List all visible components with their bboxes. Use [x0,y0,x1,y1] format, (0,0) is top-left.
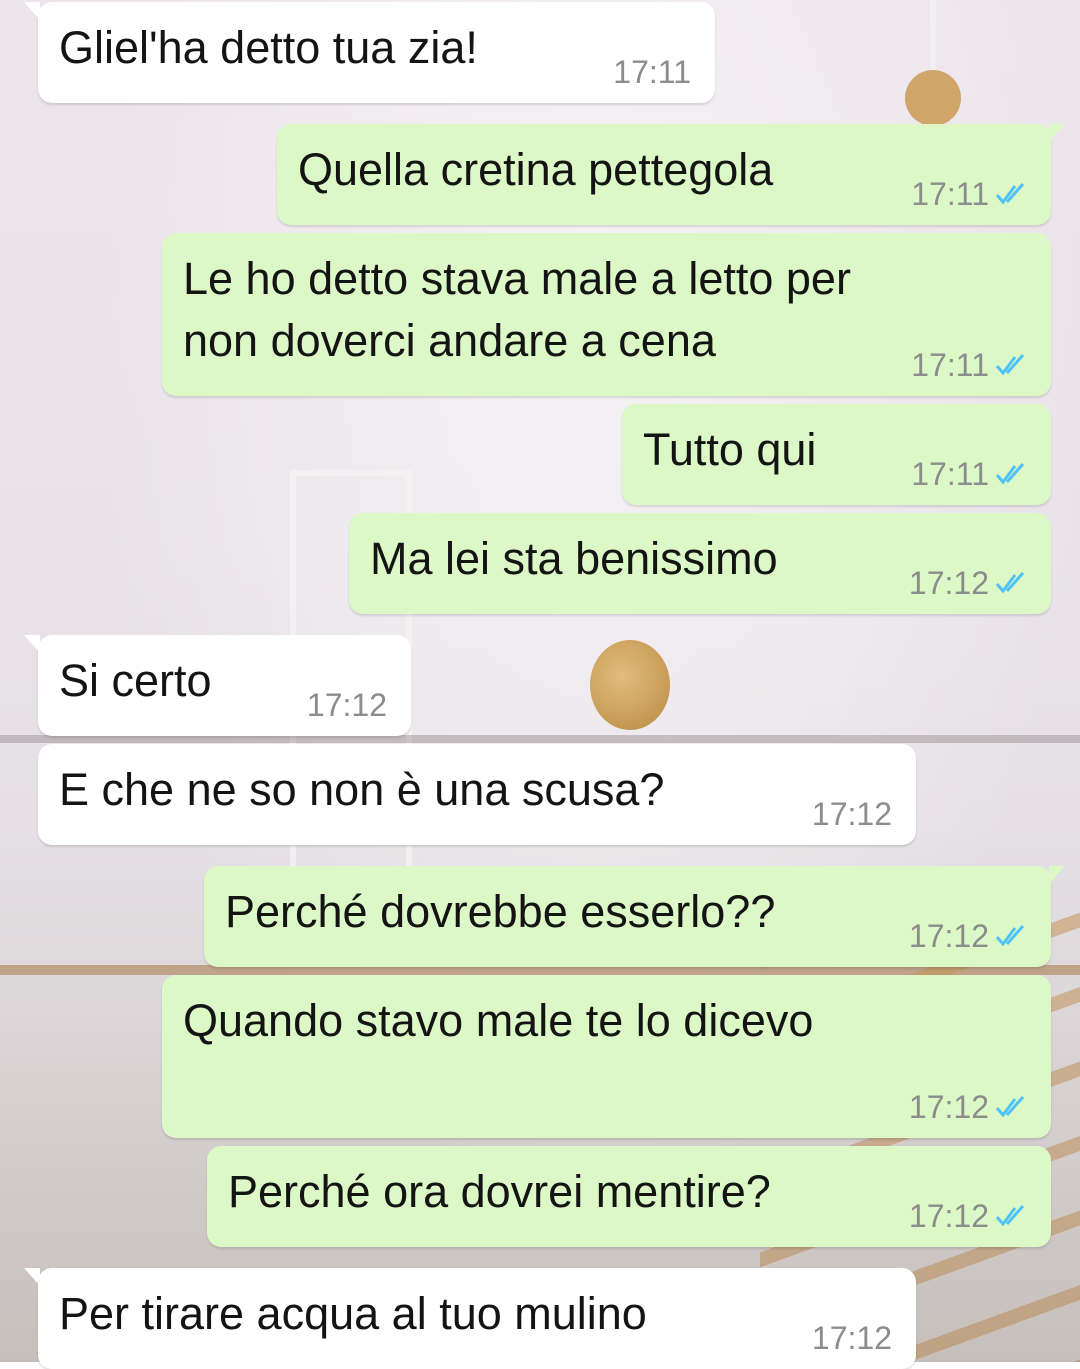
message-meta: 17:12 [812,1319,892,1357]
message-text: Quando stavo male te lo dicevo [183,995,814,1046]
message-timestamp: 17:11 [613,54,691,90]
message-timestamp: 17:11 [911,176,989,212]
message-meta: 17:11 [911,455,1029,493]
message-bubble-outgoing[interactable]: Quella cretina pettegola 17:11 [277,124,1065,225]
message-timestamp: 17:11 [911,347,989,383]
message-meta: 17:12 [909,1197,1029,1235]
message-text: Per tirare acqua al tuo mulino [59,1288,647,1339]
read-ticks-icon [995,182,1029,206]
message-text: Si certo [59,655,212,706]
message-text: Quella cretina pettegola [298,144,774,195]
message-timestamp: 17:12 [908,918,989,954]
read-ticks-icon [995,1095,1029,1119]
message-bubble-outgoing[interactable]: Perché ora dovrei mentire? 17:12 [207,1146,1051,1247]
message-text: Tutto qui [643,424,817,475]
message-timestamp: 17:11 [911,456,989,492]
message-bubble-outgoing[interactable]: Perché dovrebbe esserlo?? 17:12 [204,866,1065,967]
message-bubble-outgoing[interactable]: Ma lei sta benissimo 17:12 [349,513,1051,614]
wallpaper-lamp-bulb-2 [590,640,670,730]
message-timestamp: 17:12 [306,687,387,723]
message-text: Perché ora dovrei mentire? [228,1166,771,1217]
message-bubble-outgoing[interactable]: Le ho detto stava male a letto per non d… [162,233,1051,396]
message-timestamp: 17:12 [908,1089,989,1125]
message-timestamp: 17:12 [908,1198,989,1234]
wallpaper-lamp-bulb [905,70,961,126]
read-ticks-icon [995,924,1029,948]
message-bubble-outgoing[interactable]: Tutto qui 17:11 [622,404,1051,505]
message-meta: 17:11 [911,175,1029,213]
message-bubble-incoming[interactable]: E che ne so non è una scusa? 17:12 [38,744,916,845]
message-bubble-incoming[interactable]: Gliel'ha detto tua zia! 17:11 [24,2,715,103]
message-meta: 17:12 [812,795,892,833]
read-ticks-icon [995,462,1029,486]
message-bubble-incoming[interactable]: Si certo 17:12 [24,635,411,736]
message-meta: 17:11 [911,346,1029,384]
message-meta: 17:12 [909,564,1029,602]
message-timestamp: 17:12 [908,565,989,601]
message-meta: 17:12 [909,917,1029,955]
message-timestamp: 17:12 [811,1320,892,1356]
read-ticks-icon [995,353,1029,377]
message-text: Ma lei sta benissimo [370,533,778,584]
message-meta: 17:11 [613,53,691,91]
read-ticks-icon [995,571,1029,595]
message-text: Gliel'ha detto tua zia! [59,22,478,73]
message-bubble-outgoing[interactable]: Quando stavo male te lo dicevo 17:12 [162,975,1051,1138]
message-timestamp: 17:12 [811,796,892,832]
message-bubble-incoming[interactable]: Per tirare acqua al tuo mulino 17:12 [24,1268,916,1369]
wallpaper-rail [0,735,1080,743]
message-meta: 17:12 [909,1088,1029,1126]
read-ticks-icon [995,1204,1029,1228]
message-text: Perché dovrebbe esserlo?? [225,886,776,937]
message-meta: 17:12 [307,686,387,724]
message-text: E che ne so non è una scusa? [59,764,665,815]
message-text: Le ho detto stava male a letto per non d… [183,253,851,366]
